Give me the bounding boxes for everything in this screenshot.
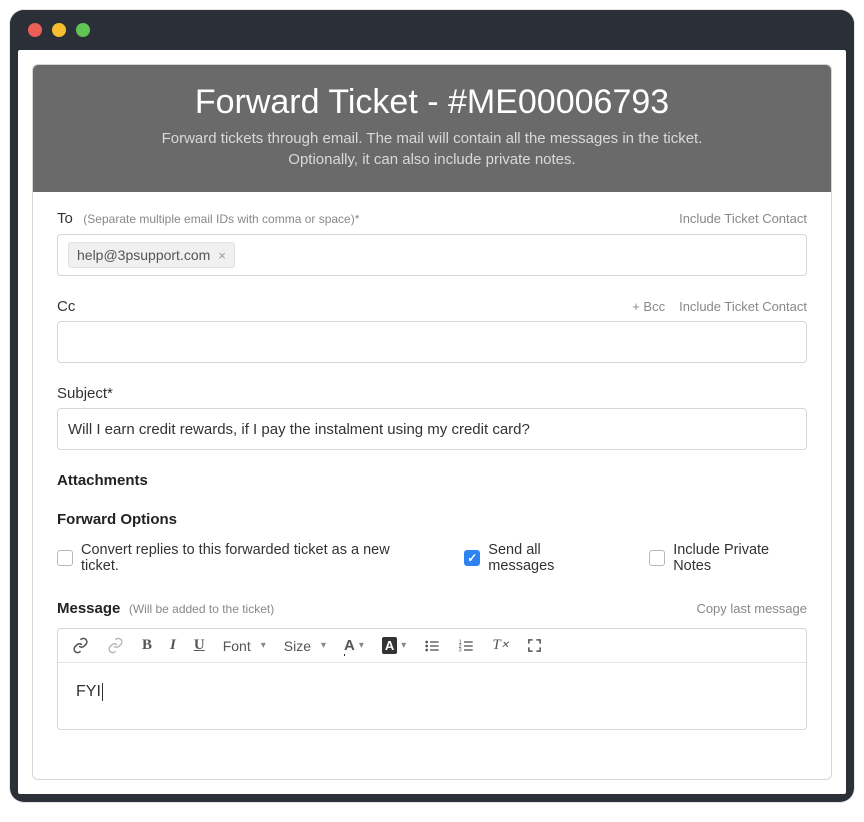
recipient-email: help@3psupport.com bbox=[77, 247, 210, 263]
to-input[interactable]: help@3psupport.com × bbox=[57, 234, 807, 276]
content-area: Forward Ticket - #ME00006793 Forward tic… bbox=[18, 50, 846, 794]
editor-toolbar: B I U Font ▾ Size ▾ bbox=[58, 629, 806, 663]
titlebar bbox=[10, 10, 854, 50]
bullet-list-icon[interactable] bbox=[424, 638, 440, 654]
cc-label: Cc bbox=[57, 298, 75, 315]
recipient-chip: help@3psupport.com × bbox=[68, 242, 235, 268]
message-block: Message (Will be added to the ticket) Co… bbox=[57, 600, 807, 730]
forward-options-block: Forward Options Convert replies to this … bbox=[57, 511, 807, 574]
link-icon[interactable] bbox=[72, 637, 89, 654]
subject-input-wrap[interactable] bbox=[57, 408, 807, 450]
bold-button[interactable]: B bbox=[142, 637, 152, 654]
underline-button[interactable]: U bbox=[194, 637, 205, 654]
opt-convert-replies[interactable]: Convert replies to this forwarded ticket… bbox=[57, 542, 422, 574]
message-textarea[interactable]: FYI bbox=[58, 663, 806, 729]
font-dropdown[interactable]: Font ▾ bbox=[223, 638, 266, 654]
attachments-label: Attachments bbox=[57, 472, 807, 489]
rich-text-editor: B I U Font ▾ Size ▾ bbox=[57, 628, 807, 730]
subject-field-block: Subject* bbox=[57, 385, 807, 450]
unlink-icon[interactable] bbox=[107, 637, 124, 654]
message-label: Message bbox=[57, 600, 120, 617]
window-maximize-button[interactable] bbox=[76, 23, 90, 37]
cc-input[interactable] bbox=[57, 321, 807, 363]
subject-label: Subject* bbox=[57, 385, 113, 402]
cc-text-input[interactable] bbox=[68, 334, 796, 351]
app-window: Forward Ticket - #ME00006793 Forward tic… bbox=[10, 10, 854, 802]
attachments-block: Attachments bbox=[57, 472, 807, 489]
to-label: To bbox=[57, 210, 73, 227]
window-minimize-button[interactable] bbox=[52, 23, 66, 37]
checkbox-private-notes[interactable] bbox=[649, 550, 665, 566]
numbered-list-icon[interactable]: 123 bbox=[458, 638, 474, 654]
chevron-down-icon: ▾ bbox=[321, 640, 326, 651]
checkbox-convert[interactable] bbox=[57, 550, 73, 566]
checkbox-send-all[interactable] bbox=[464, 550, 480, 566]
message-content: FYI bbox=[76, 683, 101, 700]
subject-input[interactable] bbox=[68, 421, 796, 438]
svg-text:3: 3 bbox=[459, 647, 462, 653]
add-bcc-link[interactable]: + Bcc bbox=[632, 299, 665, 314]
remove-recipient-icon[interactable]: × bbox=[218, 248, 226, 263]
italic-button[interactable]: I bbox=[170, 637, 176, 654]
form-body: To (Separate multiple email IDs with com… bbox=[33, 192, 831, 779]
text-color-button[interactable]: A▾ bbox=[344, 637, 364, 654]
size-dropdown[interactable]: Size ▾ bbox=[284, 638, 326, 654]
window-close-button[interactable] bbox=[28, 23, 42, 37]
cc-field-block: Cc + Bcc Include Ticket Contact bbox=[57, 298, 807, 363]
dialog-subtitle: Forward tickets through email. The mail … bbox=[57, 128, 807, 170]
dialog-header: Forward Ticket - #ME00006793 Forward tic… bbox=[33, 65, 831, 192]
chevron-down-icon: ▾ bbox=[261, 640, 266, 651]
text-cursor bbox=[102, 683, 103, 701]
dialog-title: Forward Ticket - #ME00006793 bbox=[57, 83, 807, 122]
message-hint: (Will be added to the ticket) bbox=[129, 602, 274, 616]
opt-include-private-notes[interactable]: Include Private Notes bbox=[649, 542, 807, 574]
fill-color-button[interactable]: A▾ bbox=[382, 637, 406, 654]
include-ticket-contact-to[interactable]: Include Ticket Contact bbox=[679, 211, 807, 226]
clear-formatting-icon[interactable]: T✕ bbox=[492, 637, 509, 654]
forward-options-label: Forward Options bbox=[57, 511, 807, 528]
forward-ticket-dialog: Forward Ticket - #ME00006793 Forward tic… bbox=[32, 64, 832, 780]
copy-last-message-link[interactable]: Copy last message bbox=[696, 601, 807, 616]
include-ticket-contact-cc[interactable]: Include Ticket Contact bbox=[679, 299, 807, 314]
to-field-block: To (Separate multiple email IDs with com… bbox=[57, 210, 807, 276]
expand-icon[interactable] bbox=[527, 638, 542, 653]
opt-send-all-messages[interactable]: Send all messages bbox=[464, 542, 607, 574]
to-hint: (Separate multiple email IDs with comma … bbox=[83, 212, 359, 226]
